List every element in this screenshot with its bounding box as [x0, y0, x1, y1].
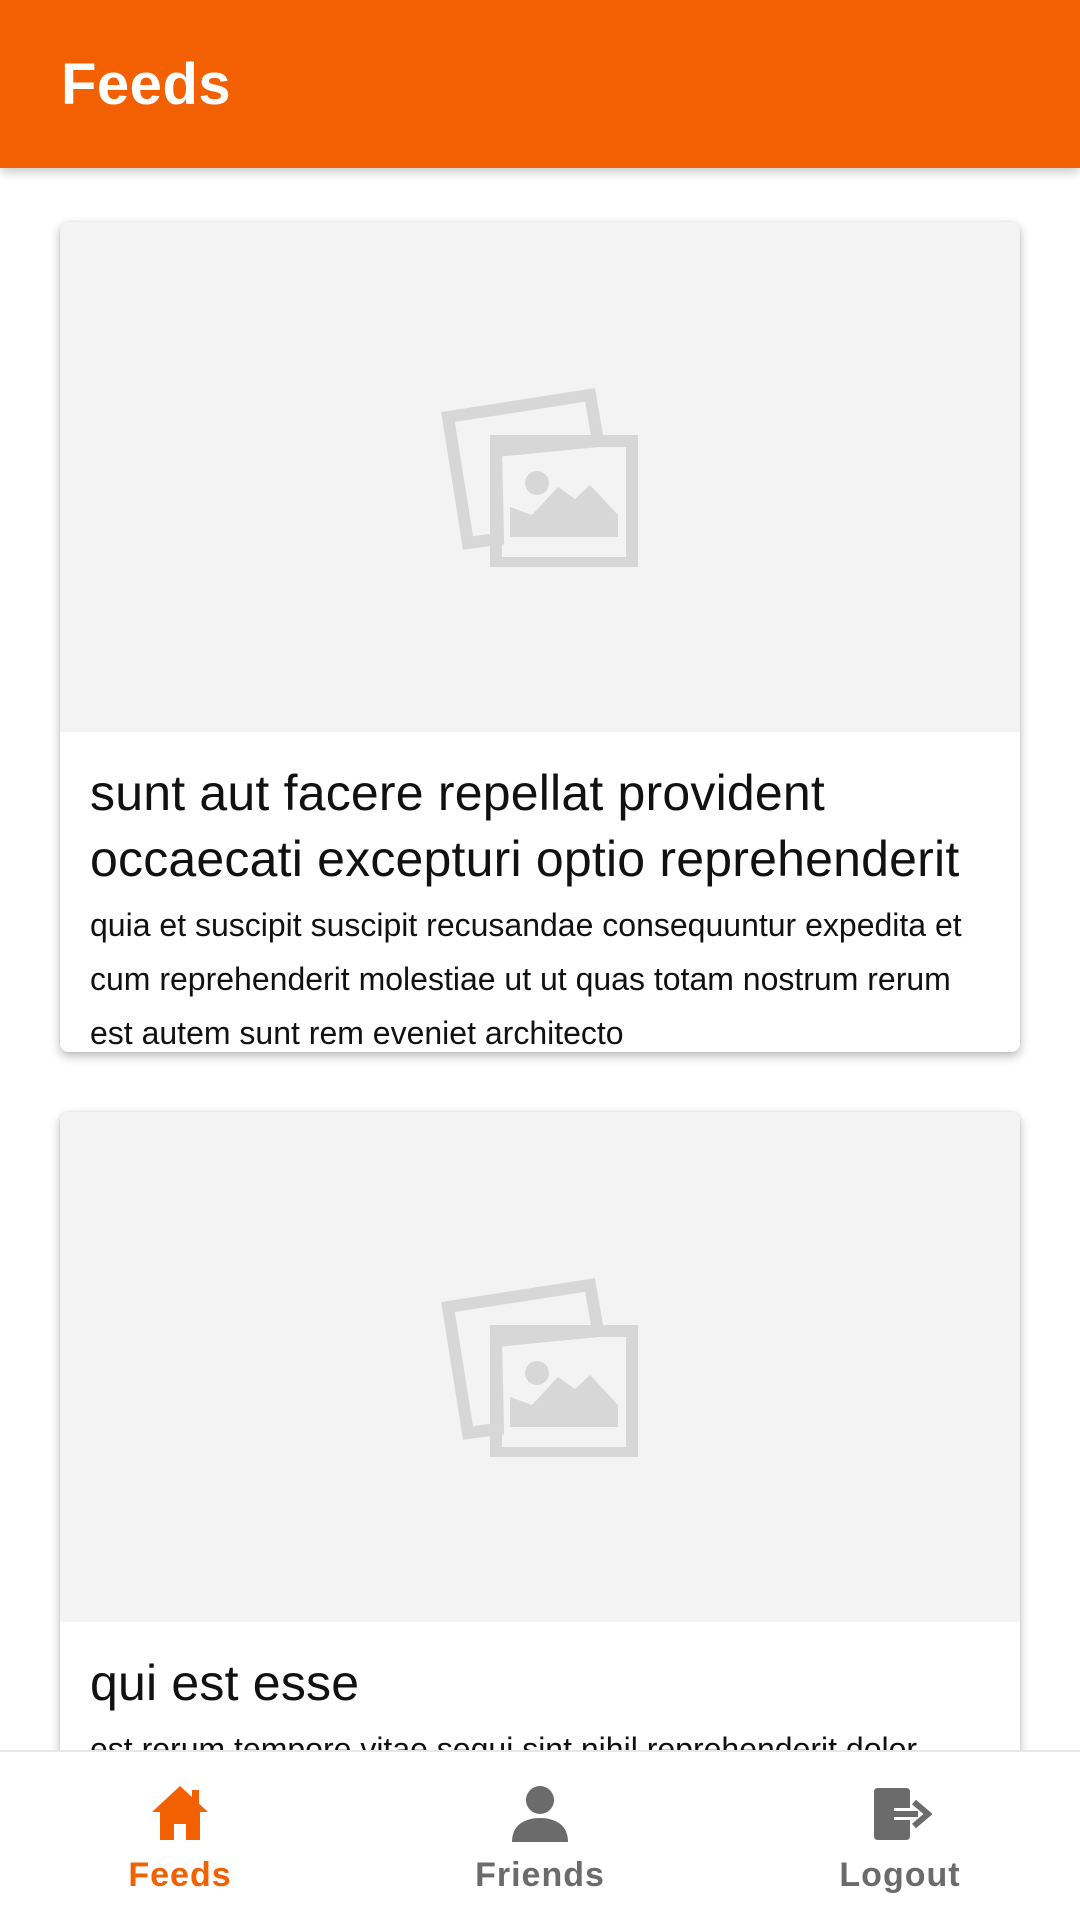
nav-item-friends[interactable]: Friends [360, 1752, 720, 1920]
home-icon [152, 1786, 208, 1840]
person-icon [512, 1786, 568, 1842]
post-title: qui est esse [90, 1655, 360, 1711]
post-image [60, 222, 1020, 732]
post-card[interactable]: qui est esse est rerum tempore vitae seq… [60, 1112, 1020, 1750]
post-body: est rerum tempore vitae sequi sint nihil… [90, 1731, 918, 1750]
app-screen: Feeds sunt aut facere repellat provident… [0, 0, 1080, 1920]
post-title: sunt aut facere repellat provident occae… [90, 765, 960, 887]
image-placeholder-icon [441, 1278, 638, 1457]
post-body: quia et suscipit suscipit recusandae con… [90, 907, 962, 1051]
feed-list[interactable]: sunt aut facere repellat provident occae… [0, 168, 1080, 1750]
nav-item-feeds[interactable]: Feeds [0, 1752, 360, 1920]
nav-label-friends: Friends [475, 1856, 605, 1894]
app-bar: Feeds [0, 0, 1080, 168]
nav-label-logout: Logout [839, 1856, 961, 1894]
post-image [60, 1112, 1020, 1622]
nav-label-feeds: Feeds [128, 1856, 232, 1894]
post-card[interactable]: sunt aut facere repellat provident occae… [60, 222, 1020, 1052]
image-placeholder-icon [441, 388, 638, 567]
nav-item-logout[interactable]: Logout [720, 1752, 1080, 1920]
bottom-navigation: Feeds Friends Logout [0, 1750, 1080, 1920]
page-title: Feeds [61, 51, 232, 117]
logout-icon [874, 1788, 932, 1840]
